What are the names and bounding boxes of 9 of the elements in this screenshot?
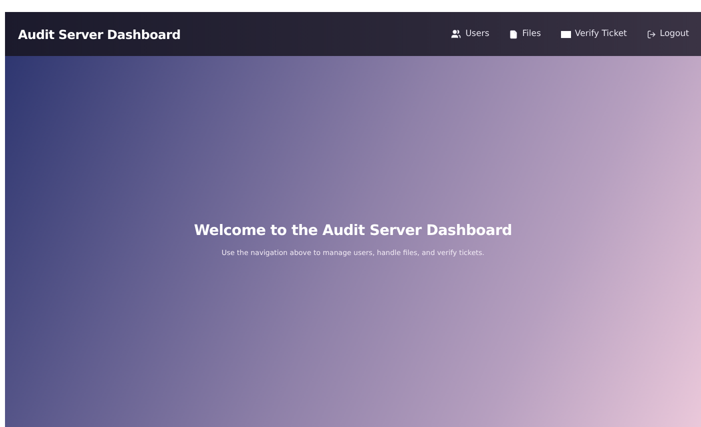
users-icon bbox=[451, 29, 462, 39]
logout-icon bbox=[646, 30, 656, 38]
hero-heading: Welcome to the Audit Server Dashboard bbox=[194, 222, 512, 238]
nav-link[interactable]: Users bbox=[451, 29, 490, 39]
nav-link[interactable]: Files bbox=[509, 29, 541, 39]
nav-link[interactable]: Verify Ticket bbox=[560, 29, 627, 39]
nav-link[interactable]: Logout bbox=[646, 29, 689, 39]
brand-title: Audit Server Dashboard bbox=[18, 26, 181, 42]
file-icon bbox=[509, 30, 518, 38]
